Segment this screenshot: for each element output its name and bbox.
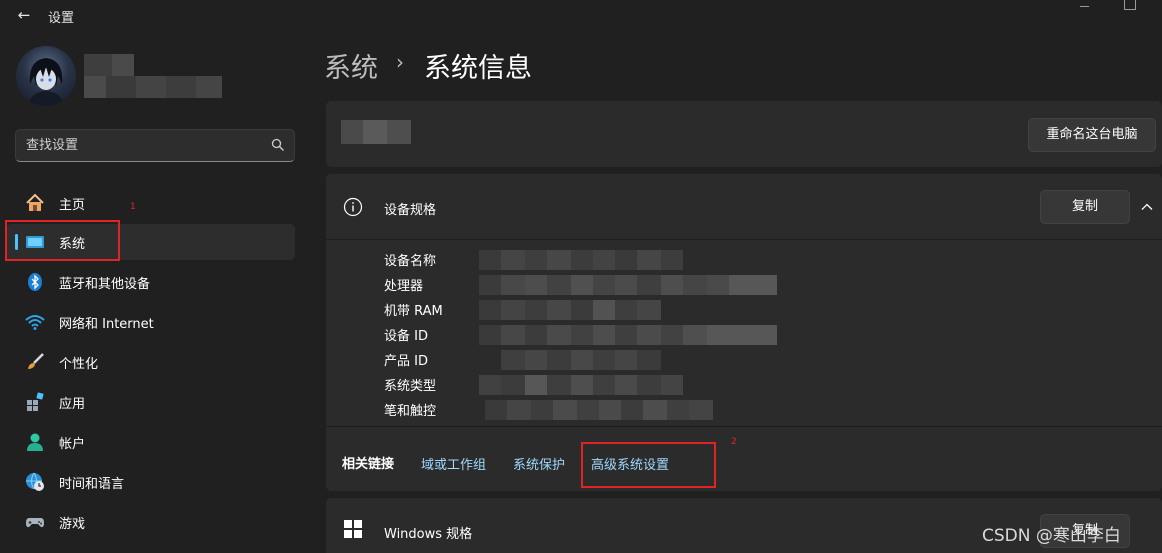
annotation-marker-2: 2 [731,437,737,447]
annotation-marker-1: 1 [130,202,136,212]
link-domain-workgroup[interactable]: 域或工作组 [421,454,486,473]
windows-specs-title: Windows 规格 [384,527,473,542]
spec-value-redacted [479,250,709,270]
related-links: 相关链接 域或工作组 系统保护 高级系统设置 [326,426,1162,491]
breadcrumb-separator-icon: › [396,50,404,74]
windows-logo-icon [344,520,362,538]
spec-label-system-type: 系统类型 [384,379,437,394]
spec-value-redacted [479,275,779,295]
info-icon [343,197,363,217]
sidebar-item-label: 帐户 [59,437,86,452]
chevron-up-icon[interactable] [1140,200,1154,214]
spec-label-ram: 机带 RAM [384,304,443,319]
breadcrumb-parent[interactable]: 系统 [324,46,378,85]
avatar-image-icon [28,58,64,106]
globe-clock-icon [26,472,44,491]
spec-value-redacted [479,375,709,395]
spec-label-device-name: 设备名称 [384,254,437,269]
copy-device-specs-button[interactable]: 复制 [1040,190,1130,224]
search-icon[interactable] [271,138,285,152]
spec-label-product-id: 产品 ID [384,354,428,369]
search-box[interactable] [15,129,295,162]
page-title: 系统信息 [424,53,532,84]
maximize-button[interactable] [1124,0,1136,10]
device-specs-card: 设备规格 复制 设备名称 处理器 机带 RAM 设备 ID 产品 ID 系统类型… [326,174,1162,491]
sidebar-item-network[interactable]: 网络和 Internet [6,304,295,340]
spec-label-pen-touch: 笔和触控 [384,404,437,419]
sidebar-item-bluetooth[interactable]: 蓝牙和其他设备 [6,264,295,300]
device-specs-list: 设备名称 处理器 机带 RAM 设备 ID 产品 ID 系统类型 笔和触控 [326,240,1162,426]
device-specs-title: 设备规格 [384,203,437,218]
spec-value-redacted [479,350,709,370]
home-icon [26,193,44,211]
sidebar-item-label: 主页 [59,198,86,213]
apps-icon [27,392,44,411]
gamepad-icon [26,518,44,528]
spec-label-processor: 处理器 [384,279,424,294]
bluetooth-icon [28,273,42,291]
sidebar-item-label: 蓝牙和其他设备 [59,277,151,292]
title-bar: ← 设置 [0,0,1162,30]
sidebar-item-accounts[interactable]: 帐户 [6,424,295,460]
sidebar-item-personalization[interactable]: 个性化 [6,344,295,380]
related-links-title: 相关链接 [342,457,395,472]
link-system-protection[interactable]: 系统保护 [513,454,565,473]
spec-value-redacted [479,400,719,420]
sidebar-item-home[interactable]: 主页 [6,185,295,221]
sidebar-item-label: 个性化 [59,357,99,372]
account-icon [27,433,43,451]
watermark: CSDN @寒山李白 [982,526,1121,546]
device-specs-header[interactable]: 设备规格 复制 [326,174,1162,240]
highlight-box-advanced-settings [581,442,716,488]
sidebar-item-label: 应用 [59,397,86,412]
sidebar-item-label: 时间和语言 [59,477,125,492]
spec-label-device-id: 设备 ID [384,329,428,344]
search-input[interactable] [16,130,266,161]
minimize-button[interactable] [1078,2,1092,12]
back-button[interactable]: ← [14,6,34,24]
pc-name-card: 重命名这台电脑 [326,101,1162,167]
pc-name-redacted [341,120,411,144]
sidebar-item-time-language[interactable]: 时间和语言 [6,464,295,500]
sidebar-item-label: 游戏 [59,517,86,532]
avatar[interactable] [16,46,76,106]
brush-icon [28,353,44,369]
wifi-icon [25,315,45,330]
user-info-redacted [84,54,224,98]
sidebar-item-gaming[interactable]: 游戏 [6,504,295,540]
spec-value-redacted [479,325,779,345]
highlight-box-system [5,220,120,261]
sidebar-item-label: 网络和 Internet [59,317,154,332]
rename-pc-button[interactable]: 重命名这台电脑 [1028,118,1156,152]
sidebar-item-apps[interactable]: 应用 [6,384,295,420]
app-title: 设置 [48,11,75,26]
spec-value-redacted [479,300,709,320]
